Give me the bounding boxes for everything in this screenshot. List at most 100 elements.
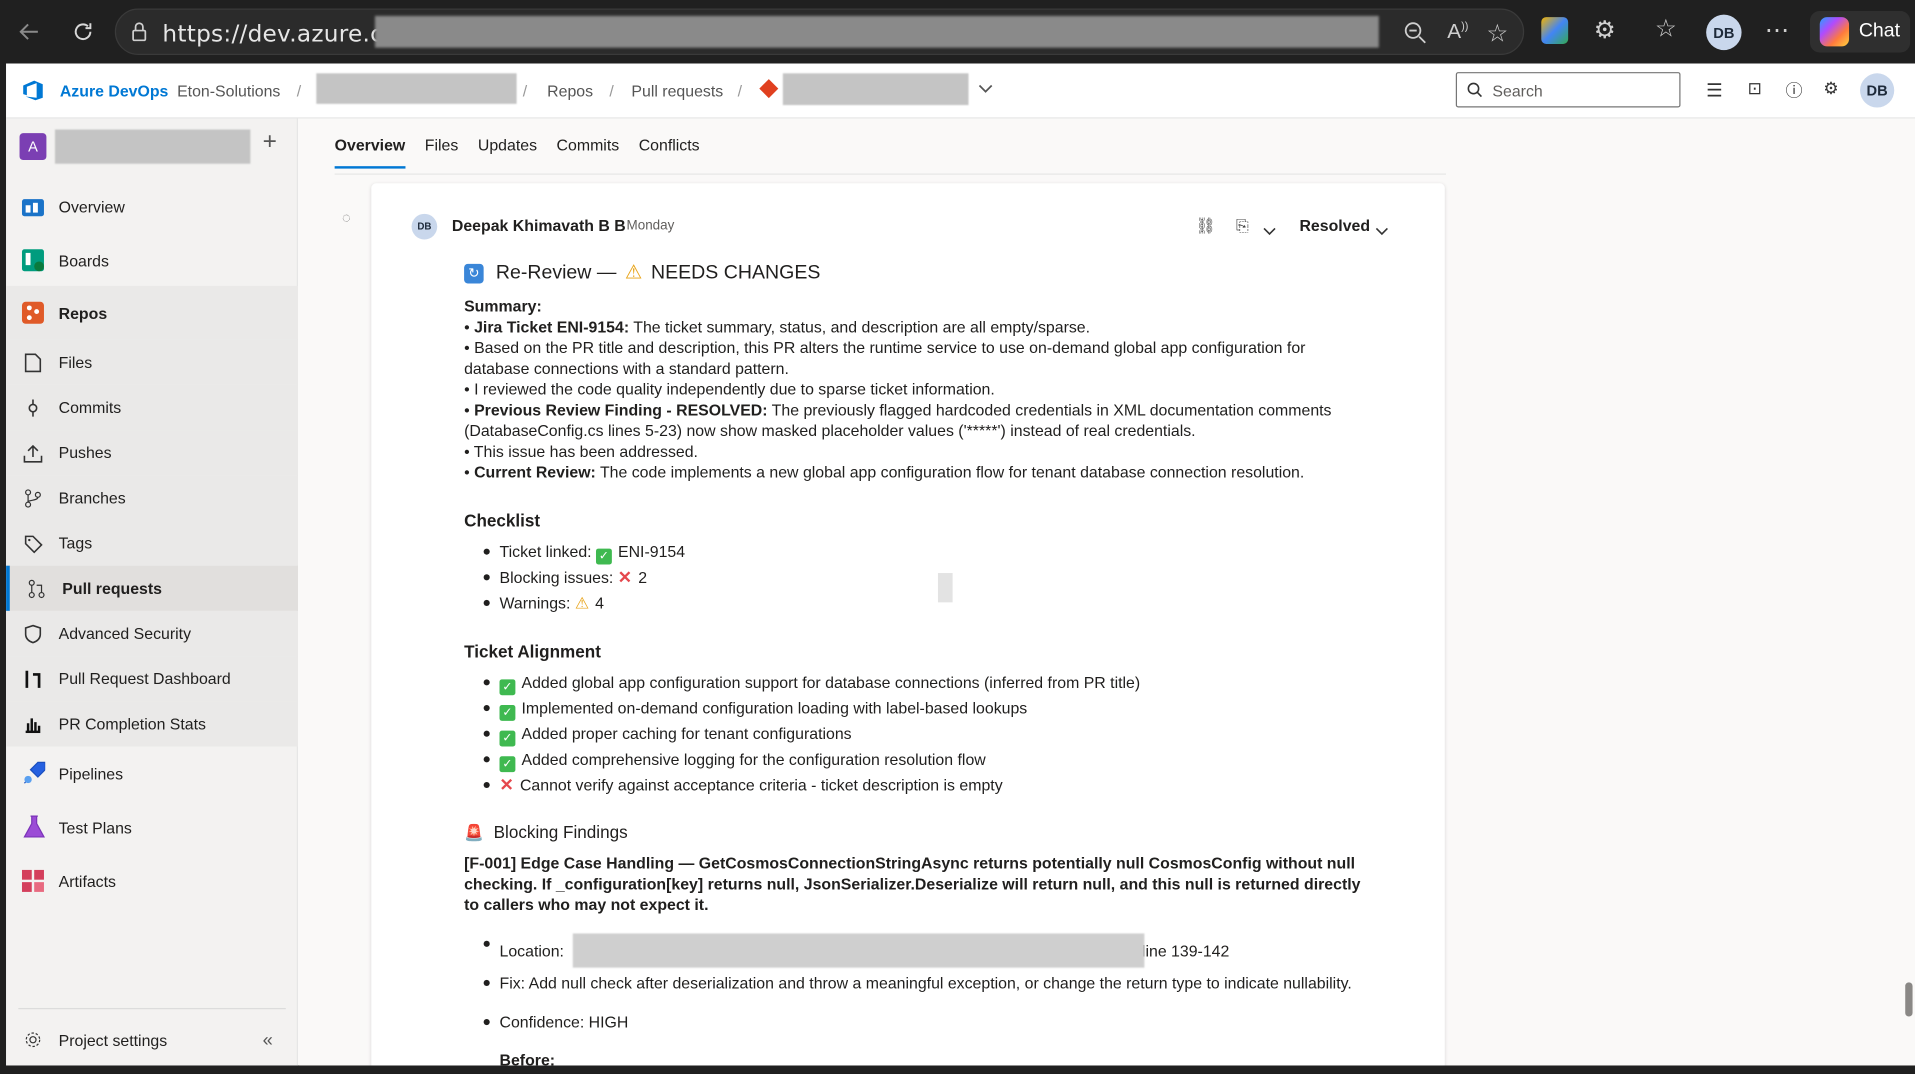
brand-link[interactable]: Azure DevOps <box>60 82 169 100</box>
extensions-puzzle-icon[interactable]: ⚙ <box>1594 15 1616 46</box>
summary-bold: Previous Review Finding - RESOLVED: <box>474 400 768 420</box>
summary-bold: Current Review: <box>474 463 596 482</box>
favorites-icon[interactable]: ☆ <box>1655 13 1677 44</box>
list-item: Confidence: HIGH <box>483 1012 629 1033</box>
profile-avatar[interactable]: DB <box>1706 14 1742 51</box>
gear-icon <box>21 1028 45 1052</box>
sidebar-item-pull-requests[interactable]: Pull requests <box>6 565 298 611</box>
check-label: Blocking issues: <box>499 568 614 587</box>
sidebar-item-commits[interactable]: Commits <box>6 384 298 431</box>
alignment-text: Added global app configuration support f… <box>521 673 1141 692</box>
confidence-text: Confidence: HIGH <box>499 1012 629 1032</box>
favorite-star-icon[interactable]: ☆ <box>1486 18 1508 49</box>
alignment-text: Implemented on-demand configuration load… <box>521 698 1028 718</box>
sidebar-item-boards[interactable]: Boards <box>6 238 298 282</box>
chevron-down-icon[interactable] <box>1375 220 1388 242</box>
list-item: Ticket linked: ✓ ENI-9154 <box>483 541 686 565</box>
scrollbar-thumb[interactable] <box>1905 982 1913 1017</box>
tab-updates[interactable]: Updates <box>478 136 537 169</box>
text-cursor-artifact <box>937 573 953 603</box>
pull-request-dashboard-icon <box>21 666 45 690</box>
sidebar-item-label: Artifacts <box>58 871 116 891</box>
check-icon: ✓ <box>499 679 516 696</box>
sidebar-item-overview[interactable]: Overview <box>6 184 298 228</box>
address-bar[interactable]: https://dev.azure.com/ A)) ☆ <box>114 8 1525 55</box>
sidebar-item-pr-completion-stats[interactable]: PR Completion Stats <box>6 701 298 747</box>
sidebar-item-label: Overview <box>58 197 125 216</box>
comment-time: Monday <box>626 218 675 234</box>
breadcrumb-repos[interactable]: Repos <box>547 82 593 100</box>
sidebar-item-label: Branches <box>58 488 126 508</box>
status-dropdown[interactable]: Resolved <box>1299 216 1370 234</box>
back-icon[interactable] <box>12 15 46 49</box>
copilot-chat-button[interactable]: Chat <box>1809 10 1911 53</box>
sidebar-item-label: Pushes <box>58 443 112 462</box>
search-box[interactable]: Search <box>1455 72 1681 108</box>
tab-files[interactable]: Files <box>425 136 459 169</box>
project-selector-redacted[interactable] <box>54 129 251 164</box>
browser-chrome: https://dev.azure.com/ A)) ☆ ⚙ ☆ DB ⋯ Ch… <box>0 0 1915 64</box>
add-plus-icon[interactable]: + <box>263 128 277 156</box>
tab-commits[interactable]: Commits <box>557 136 620 169</box>
check-value: ENI-9154 <box>617 542 686 561</box>
marketplace-bag-icon[interactable]: ⊡ <box>1748 78 1762 99</box>
clipboard-icon[interactable]: ⎘ <box>1236 216 1249 236</box>
user-settings-icon[interactable]: ⚙ <box>1823 78 1838 99</box>
user-avatar[interactable]: DB <box>1860 73 1895 108</box>
azure-devops-logo-icon[interactable] <box>21 78 45 109</box>
more-menu-icon[interactable]: ⋯ <box>1765 15 1791 46</box>
task-list-icon[interactable]: ☰ <box>1706 79 1722 102</box>
alignment-text: Cannot verify against acceptance criteri… <box>519 775 1003 795</box>
sidebar-item-tags[interactable]: Tags <box>6 520 298 566</box>
project-settings-link[interactable]: Project settings « <box>6 1025 298 1054</box>
chevron-down-icon[interactable] <box>1263 220 1276 242</box>
help-icon[interactable]: ⓘ <box>1786 78 1803 102</box>
extension-icon[interactable] <box>1541 17 1569 44</box>
tab-conflicts[interactable]: Conflicts <box>639 136 700 169</box>
project-avatar[interactable]: A <box>19 133 47 161</box>
read-aloud-icon[interactable]: A)) <box>1447 20 1468 44</box>
sidebar-item-pipelines[interactable]: Pipelines <box>6 749 298 798</box>
check-label: Warnings: <box>499 593 571 613</box>
divider <box>18 1007 286 1010</box>
repo-name-redacted[interactable] <box>782 73 969 106</box>
before-label: Before: <box>499 1050 556 1066</box>
sidebar-item-pr-dashboard[interactable]: Pull Request Dashboard <box>6 656 298 702</box>
blocking-title: Blocking Findings <box>493 822 628 842</box>
summary-label: Summary: <box>464 296 542 316</box>
zoom-icon[interactable] <box>1403 21 1427 52</box>
refresh-icon[interactable] <box>66 15 100 49</box>
project-settings-label: Project settings <box>58 1030 168 1049</box>
pr-tabs: Overview Files Updates Commits Conflicts <box>334 136 720 169</box>
warning-icon: ⚠ <box>574 593 590 613</box>
comment-thread-icon: ◌ <box>341 208 351 227</box>
list-item: Blocking issues: ✕ 2 <box>483 567 647 588</box>
summary-text: This issue has been addressed. <box>473 442 698 461</box>
copy-link-icon[interactable]: ⛓ <box>1196 216 1216 236</box>
sidebar-item-pushes[interactable]: Pushes <box>6 430 298 476</box>
org-link[interactable]: Eton-Solutions <box>177 82 280 100</box>
warning-icon: ⚠ <box>624 262 643 284</box>
breadcrumb-pull-requests[interactable]: Pull requests <box>631 82 723 100</box>
url-redacted <box>374 15 1379 48</box>
collapse-sidebar-icon[interactable]: « <box>263 1029 273 1050</box>
comment-heading: ↻ Re-Review — ⚠ NEEDS CHANGES <box>464 261 820 285</box>
summary-text: The ticket summary, status, and descript… <box>629 317 1091 336</box>
sidebar-item-test-plans[interactable]: Test Plans <box>6 803 298 852</box>
list-item: ✓ Added proper caching for tenant configu… <box>483 723 852 747</box>
heading-status: NEEDS CHANGES <box>650 262 821 284</box>
location-label: Location: <box>499 942 564 961</box>
tab-divider <box>334 173 1447 175</box>
sidebar-item-files[interactable]: Files <box>6 339 298 385</box>
chevron-down-icon[interactable] <box>978 81 993 98</box>
push-icon <box>21 440 45 464</box>
top-bar: Azure DevOps Eton-Solutions / / Repos / … <box>6 63 1915 119</box>
author-name: Deepak Khimavath B B <box>451 216 626 235</box>
sidebar-item-advanced-security[interactable]: Advanced Security <box>6 610 298 657</box>
sidebar-item-artifacts[interactable]: Artifacts <box>6 856 298 905</box>
tab-overview[interactable]: Overview <box>334 136 406 169</box>
test-plans-flask-icon <box>21 815 45 839</box>
sidebar-item-repos[interactable]: Repos <box>6 285 298 340</box>
sidebar-item-branches[interactable]: Branches <box>6 475 298 521</box>
project-name-redacted[interactable] <box>316 73 517 104</box>
